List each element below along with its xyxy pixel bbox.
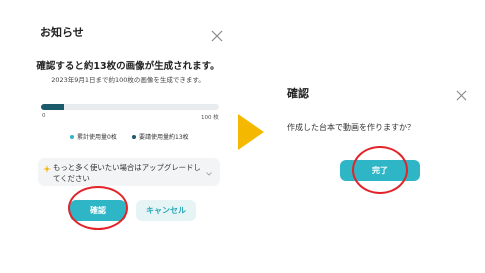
legend-label-used: 累計使用量0枚 [77,134,117,141]
upgrade-notice[interactable]: もっと多く使いたい場合はアップグレードしてください [38,158,220,186]
legend-dot-used [70,134,74,139]
left-dialog: お知らせ 確認すると約13枚の画像が生成されます。 2023年9月1日まで約10… [0,0,240,273]
highlight-ring-confirm [68,186,128,230]
legend-label-requested: 要請使用量約13枚 [139,134,189,141]
legend-item-used: 累計使用量0枚 [70,132,117,141]
upgrade-notice-text: もっと多く使いたい場合はアップグレードしてください [53,163,201,183]
subtext: 2023年9月1日まで約100枚の画像を生成できます。 [51,76,205,84]
progress-max-label: 100 枚 [201,115,219,121]
close-icon[interactable] [456,86,468,101]
left-dialog-title: お知らせ [40,26,84,39]
legend-item-requested: 要請使用量約13枚 [132,132,189,141]
close-icon[interactable] [211,27,223,42]
question-text: 作成した台本で動画を作りますか？ [287,123,415,132]
right-dialog-title: 確認 [287,87,309,100]
sparkle-icon [43,165,51,177]
progress-min-label: 0 [42,113,46,119]
right-dialog: 確認 作成した台本で動画を作りますか？ 完了 [270,0,485,273]
legend-dot-requested [132,134,136,139]
usage-progress-fill [41,104,65,110]
arrow-icon [236,112,266,156]
cancel-button[interactable]: キャンセル [136,200,196,221]
highlight-ring-complete [352,146,408,194]
headline: 確認すると約13枚の画像が生成されます。 [36,61,220,72]
usage-progress-bar [41,104,219,110]
chevron-down-icon[interactable] [206,169,212,180]
